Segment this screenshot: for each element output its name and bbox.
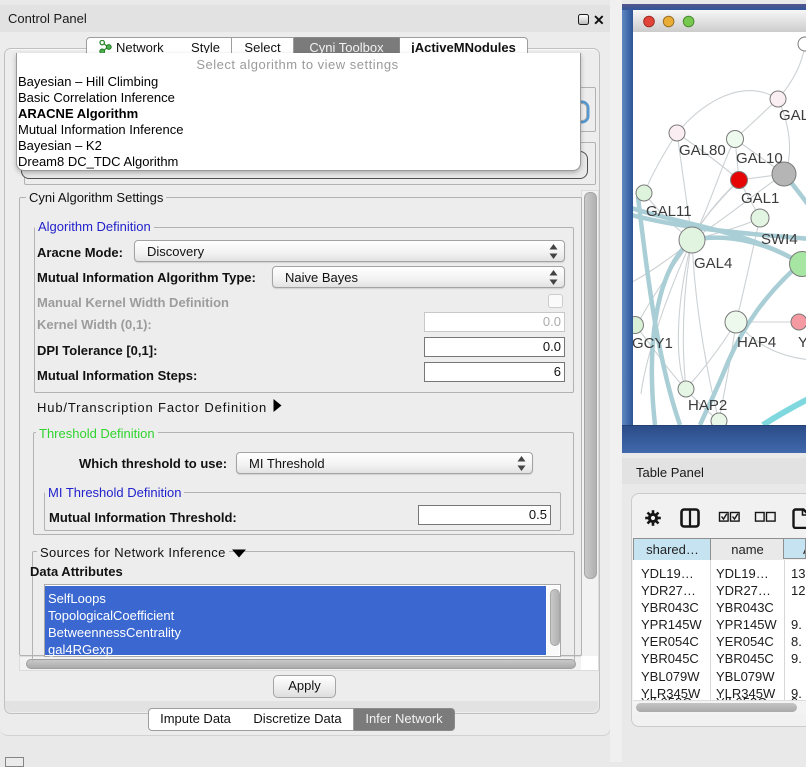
svg-text:GAL10: GAL10 (736, 150, 783, 167)
svg-text:YJ: YJ (798, 334, 806, 351)
svg-text:GAL1: GAL1 (741, 190, 779, 207)
svg-text:GAL11: GAL11 (646, 203, 692, 220)
svg-text:GAL2: GAL2 (779, 107, 806, 124)
svg-text:GAL80: GAL80 (679, 142, 726, 159)
svg-text:HAP4: HAP4 (737, 334, 776, 351)
svg-text:HAP2: HAP2 (688, 397, 727, 414)
svg-text:SWI4: SWI4 (761, 231, 798, 248)
svg-text:GAL4: GAL4 (694, 255, 732, 272)
svg-text:GCY1: GCY1 (633, 335, 673, 352)
